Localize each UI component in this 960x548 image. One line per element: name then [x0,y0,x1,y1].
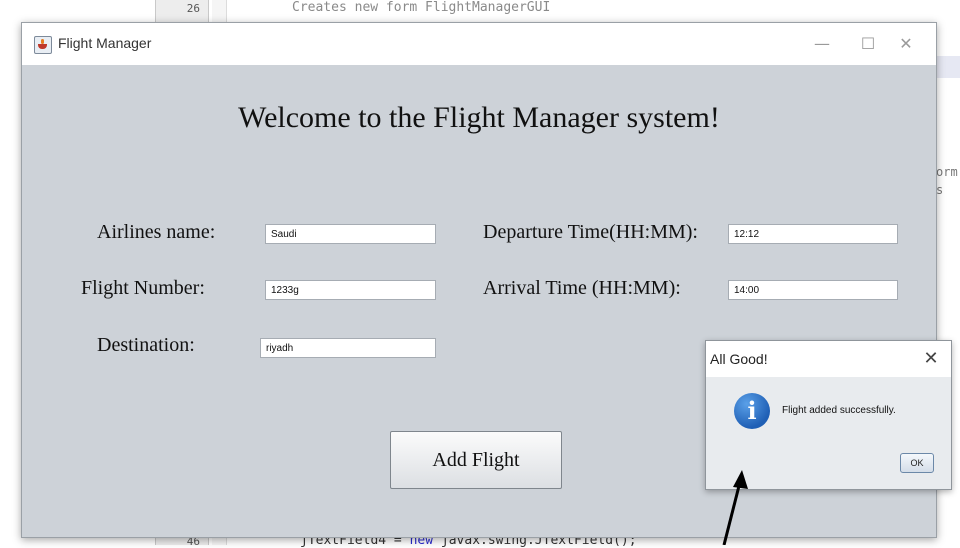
arrow-shaft [722,481,742,545]
arrow-head [733,470,748,489]
annotation-arrow [722,470,748,545]
